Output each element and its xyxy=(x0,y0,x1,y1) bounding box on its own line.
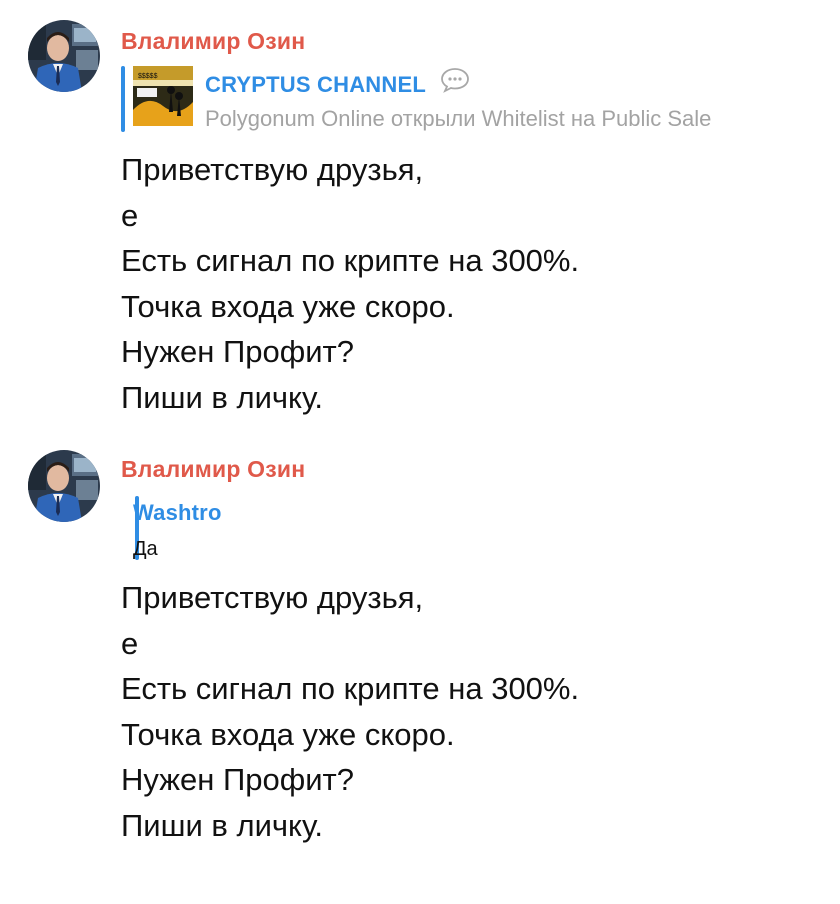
quote-thumbnail: $$$$$ xyxy=(133,66,193,126)
message-line: Есть сигнал по крипте на 300%. xyxy=(121,243,580,278)
message-line: Есть сигнал по крипте на 300%. xyxy=(121,671,580,706)
sender-name[interactable]: Влалимир Озин xyxy=(121,456,305,483)
quote-bar xyxy=(121,66,125,132)
reply-quote[interactable]: Washtro Да xyxy=(121,496,421,562)
svg-text:$$$$$: $$$$$ xyxy=(138,73,158,80)
message-line: Пиши в личку. xyxy=(121,379,323,415)
message-line: е xyxy=(121,197,139,233)
avatar[interactable] xyxy=(28,450,100,522)
forwarded-quote[interactable]: $$$$$ CRYPTUS CHANNEL Polygonum Online о… xyxy=(121,66,831,132)
message-line: Нужен Профит? xyxy=(121,762,354,797)
quote-title: CRYPTUS CHANNEL xyxy=(205,67,470,102)
message-line: Пиши в личку. xyxy=(121,807,323,843)
sender-name[interactable]: Влалимир Озин xyxy=(121,28,305,55)
avatar[interactable] xyxy=(28,20,100,92)
quote-text: Да xyxy=(133,538,158,560)
message-line: Нужен Профит? xyxy=(121,334,354,369)
message-body[interactable]: Приветствую друзья, е Есть сигнал по кри… xyxy=(121,575,579,848)
quote-title: Washtro xyxy=(133,500,222,525)
message-line: Приветствую друзья, xyxy=(121,152,424,187)
message-line: Точка входа уже скоро. xyxy=(121,716,455,752)
message-body[interactable]: Приветствую друзья, е Есть сигнал по кри… xyxy=(121,147,579,420)
message-line: Точка входа уже скоро. xyxy=(121,288,455,324)
message-line: Приветствую друзья, xyxy=(121,580,424,615)
quote-text: Polygonum Online открыли Whitelist на Pu… xyxy=(205,106,712,131)
message-line: е xyxy=(121,625,139,661)
comment-bubble-icon xyxy=(440,67,470,99)
